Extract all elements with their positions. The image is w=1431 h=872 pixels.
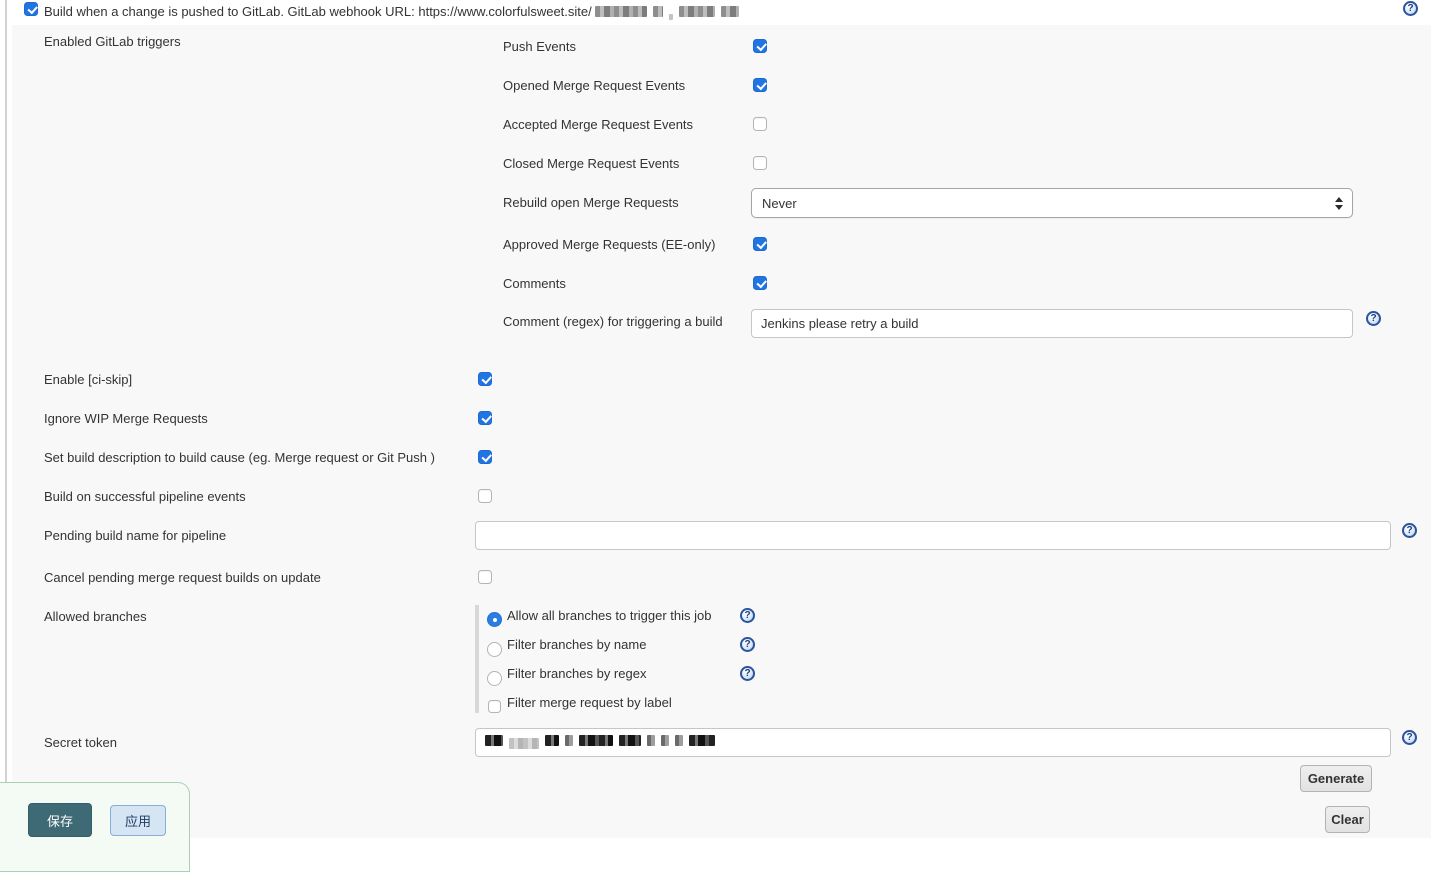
allowed-branches-label: Allowed branches [44,609,147,624]
generate-button[interactable]: Generate [1300,765,1372,792]
comments-checkbox[interactable] [753,276,767,290]
redacted-url-suffix [595,6,739,17]
build-description-label: Set build description to build cause (eg… [44,450,435,465]
approved-mr-label: Approved Merge Requests (EE-only) [503,237,715,252]
help-icon[interactable]: ? [1366,311,1381,326]
filter-branches-by-regex-radio[interactable] [487,671,502,686]
accepted-mr-events-checkbox[interactable] [753,117,767,131]
help-icon[interactable]: ? [740,666,755,681]
save-button[interactable]: 保存 [28,803,92,837]
allow-all-branches-radio[interactable] [487,612,502,627]
clear-button[interactable]: Clear [1325,806,1370,833]
push-events-checkbox[interactable] [753,39,767,53]
comment-regex-label: Comment (regex) for triggering a build [503,314,723,329]
build-on-gitlab-push-checkbox[interactable] [24,2,38,16]
enabled-triggers-section-label: Enabled GitLab triggers [44,34,181,49]
cancel-pending-checkbox[interactable] [478,570,492,584]
ignore-wip-label: Ignore WIP Merge Requests [44,411,208,426]
filter-branches-by-name-label: Filter branches by name [507,637,646,652]
help-icon[interactable]: ? [1402,523,1417,538]
ci-skip-label: Enable [ci-skip] [44,372,132,387]
section-indent-line [5,0,7,800]
build-description-checkbox[interactable] [478,450,492,464]
pipeline-events-checkbox[interactable] [478,489,492,503]
build-on-gitlab-push-label: Build when a change is pushed to GitLab.… [44,4,739,19]
help-icon[interactable]: ? [740,608,755,623]
apply-button[interactable]: 应用 [110,805,166,836]
filter-mr-by-label-checkbox[interactable] [488,700,501,713]
radio-group-indent-bar [475,605,479,713]
ci-skip-checkbox[interactable] [478,372,492,386]
help-icon[interactable]: ? [1402,730,1417,745]
rebuild-open-mr-select[interactable]: Never [751,188,1353,218]
closed-mr-events-checkbox[interactable] [753,156,767,170]
ignore-wip-checkbox[interactable] [478,411,492,425]
comment-regex-input[interactable] [751,309,1353,338]
webhook-url-text: Build when a change is pushed to GitLab.… [44,4,592,19]
push-events-label: Push Events [503,39,576,54]
cancel-pending-label: Cancel pending merge request builds on u… [44,570,321,585]
gitlab-trigger-section-panel [12,25,1431,838]
redacted-secret-token [485,735,715,746]
filter-mr-by-label-label: Filter merge request by label [507,695,672,710]
pipeline-events-label: Build on successful pipeline events [44,489,246,504]
opened-mr-events-checkbox[interactable] [753,78,767,92]
filter-branches-by-name-radio[interactable] [487,642,502,657]
approved-mr-checkbox[interactable] [753,237,767,251]
help-icon[interactable]: ? [1403,1,1418,16]
accepted-mr-events-label: Accepted Merge Request Events [503,117,693,132]
opened-mr-events-label: Opened Merge Request Events [503,78,685,93]
secret-token-label: Secret token [44,735,117,750]
select-spinner-icon [1335,197,1343,210]
allow-all-branches-label: Allow all branches to trigger this job [507,608,712,623]
rebuild-open-mr-selected-value: Never [762,196,797,211]
pending-build-name-input[interactable] [475,521,1391,550]
filter-branches-by-regex-label: Filter branches by regex [507,666,646,681]
help-icon[interactable]: ? [740,637,755,652]
closed-mr-events-label: Closed Merge Request Events [503,156,679,171]
comments-label: Comments [503,276,566,291]
pending-build-name-label: Pending build name for pipeline [44,528,226,543]
rebuild-open-mr-label: Rebuild open Merge Requests [503,195,679,210]
